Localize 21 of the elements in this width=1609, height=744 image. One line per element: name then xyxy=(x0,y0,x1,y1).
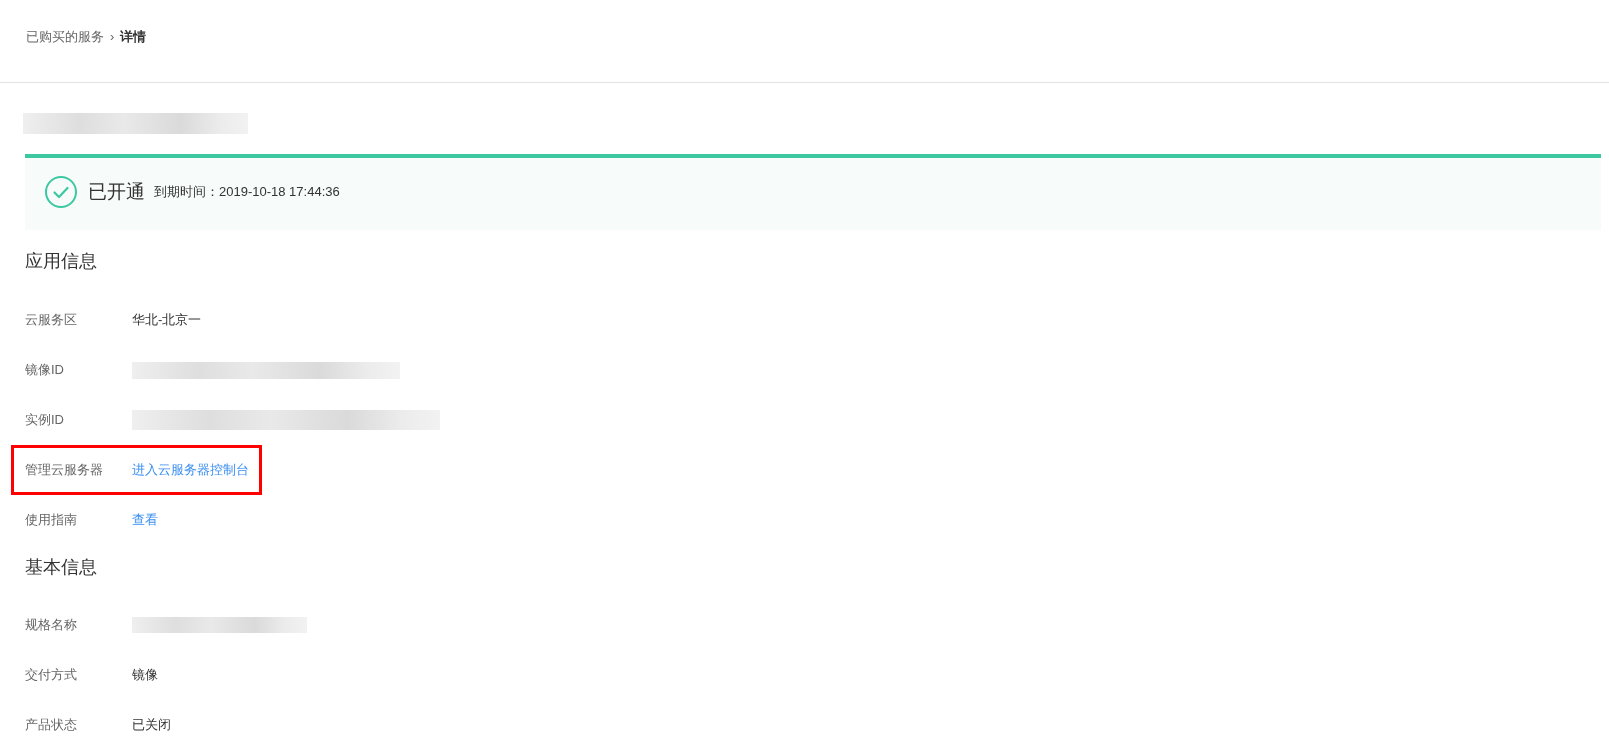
field-link[interactable]: 进入云服务器控制台 xyxy=(132,461,249,479)
field-label: 管理云服务器 xyxy=(25,461,104,479)
field-label: 实例ID xyxy=(25,411,65,429)
field-value: 已关闭 xyxy=(132,716,171,734)
field-value: 镜像 xyxy=(132,666,158,684)
expiry-text: 到期时间：2019-10-18 17:44:36 xyxy=(154,183,340,201)
breadcrumb-link[interactable]: 已购买的服务 xyxy=(26,28,104,46)
field-link[interactable]: 查看 xyxy=(132,511,158,529)
field-label: 使用指南 xyxy=(25,511,78,529)
section-heading: 基本信息 xyxy=(25,557,97,577)
breadcrumb-separator: › xyxy=(110,28,115,46)
field-label: 产品状态 xyxy=(25,716,78,734)
field-label: 交付方式 xyxy=(25,666,78,684)
field-label: 镜像ID xyxy=(25,361,65,379)
breadcrumb-current: 详情 xyxy=(120,28,147,46)
check-circle-icon xyxy=(45,176,77,208)
field-label: 云服务区 xyxy=(25,311,78,329)
field-value: 华北-北京一 xyxy=(132,311,202,329)
field-label: 规格名称 xyxy=(25,616,78,634)
status-text: 已开通 xyxy=(88,180,145,204)
section-heading: 应用信息 xyxy=(25,251,97,271)
